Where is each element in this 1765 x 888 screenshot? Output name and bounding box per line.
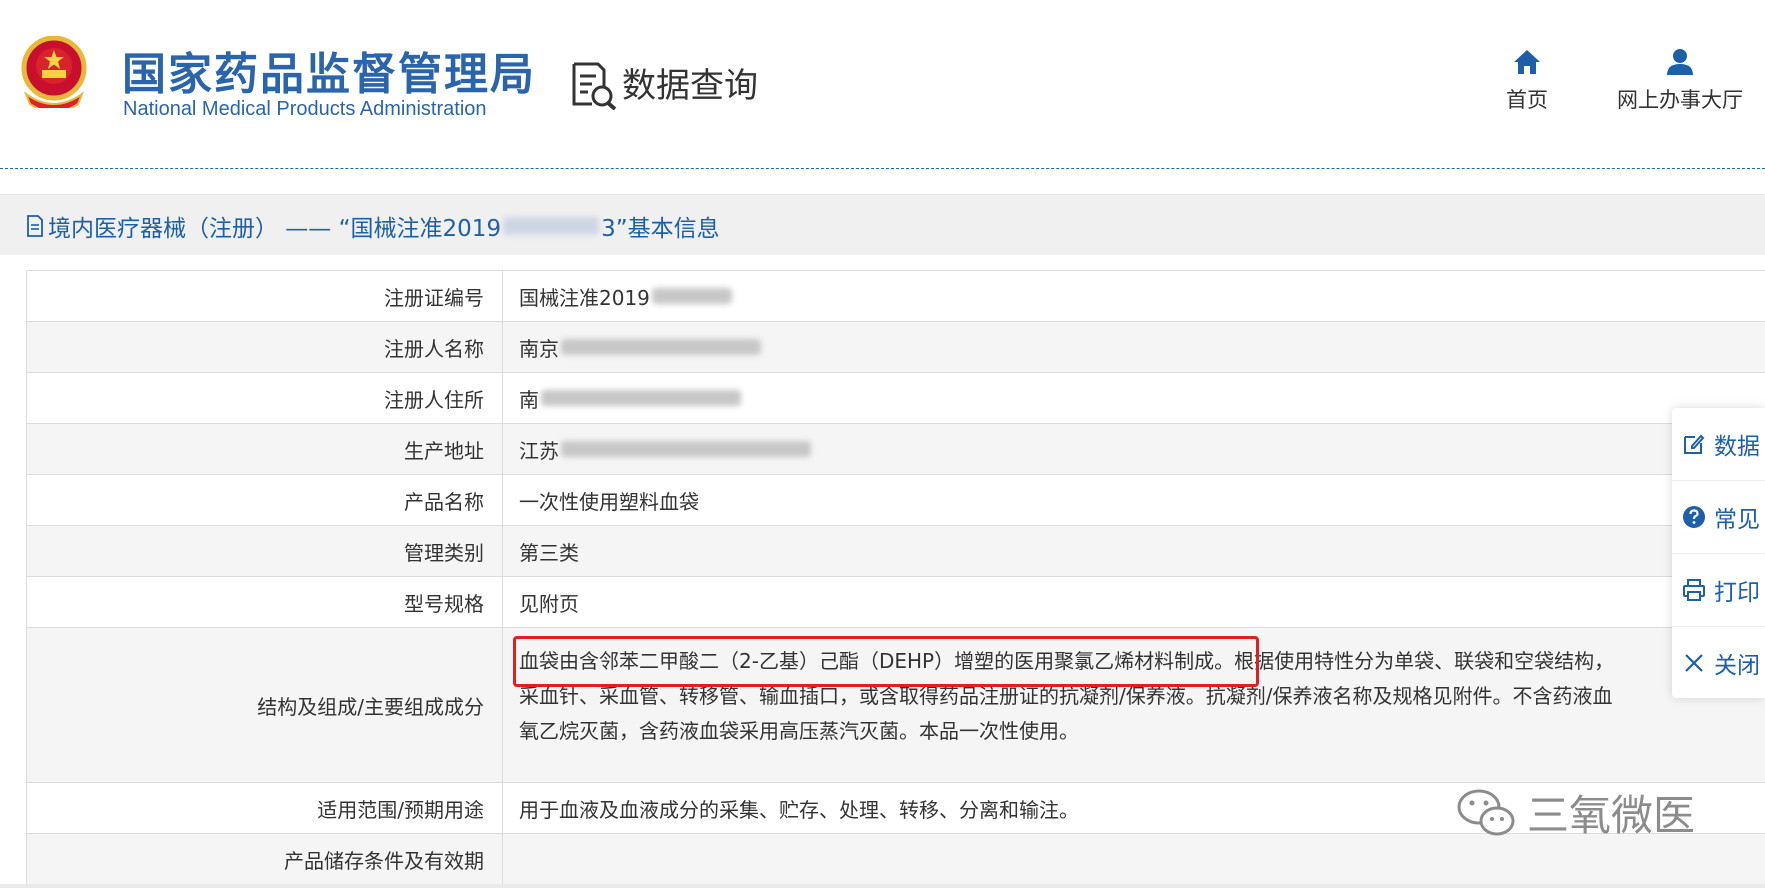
row-label: 产品储存条件及有效期: [26, 834, 503, 884]
section-title-prefix: 境内医疗器械（注册） —— “国械注准2019: [48, 216, 502, 242]
row-label: 型号规格: [26, 577, 503, 627]
composition-text: 血袋由含邻苯二甲酸二（2-乙基）己酯（DEHP）增塑的医用聚氯乙烯材料制成。根据…: [513, 636, 1759, 749]
row-label: 产品名称: [26, 475, 503, 525]
row-label: 管理类别: [26, 526, 503, 576]
toolbar-print-label: 打印: [1714, 580, 1760, 606]
redacted-mark: [503, 217, 600, 235]
data-query-icon: [572, 62, 617, 110]
data-query-label: 数据查询: [622, 66, 758, 106]
row-value-text: 江苏: [519, 438, 559, 463]
redacted-mark: [651, 288, 732, 304]
national-emblem-icon: [21, 36, 87, 108]
row-label: 生产地址: [26, 424, 503, 474]
table-row: 注册人名称 南京: [26, 321, 1765, 372]
toolbar-close-label: 关闭: [1714, 653, 1760, 679]
row-value: 南: [503, 373, 1765, 423]
floating-toolbar: 数据 常见 打印 关闭: [1672, 408, 1765, 698]
table-row: 型号规格 见附页: [26, 576, 1765, 627]
edit-icon: [1684, 434, 1705, 454]
row-value-text: 国械注准2019: [519, 285, 650, 310]
table-row: 注册证编号 国械注准2019: [26, 270, 1765, 321]
user-icon: [1667, 49, 1693, 75]
brand-name-en: National Medical Products Administration: [123, 98, 487, 120]
nav-home-label: 首页: [1506, 88, 1548, 112]
brand-name-cn: 国家药品监督管理局: [122, 49, 536, 100]
row-value: 国械注准2019: [503, 271, 1765, 321]
row-label: 注册人住所: [26, 373, 503, 423]
header-divider: [0, 168, 1765, 169]
watermark-text: 三氧微医: [1527, 791, 1696, 840]
toolbar-data-label: 数据: [1714, 434, 1760, 460]
section-title-suffix: 3”基本信息: [601, 216, 720, 242]
redacted-mark: [541, 390, 741, 406]
nav-home[interactable]: 首页: [1502, 48, 1552, 114]
document-icon: [27, 215, 43, 237]
row-value: 南京: [503, 322, 1765, 372]
row-label: 适用范围/预期用途: [26, 783, 503, 833]
redacted-mark: [561, 441, 811, 457]
row-label: 结构及组成/主要组成成分: [26, 628, 503, 782]
toolbar-close-button[interactable]: 关闭: [1672, 627, 1765, 699]
home-icon: [1514, 50, 1540, 74]
table-row: 生产地址 江苏: [26, 423, 1765, 474]
row-value: 江苏: [503, 424, 1765, 474]
nav-online-hall[interactable]: 网上办事大厅: [1615, 48, 1745, 114]
toolbar-faq-label: 常见: [1714, 507, 1760, 533]
table-row: 结构及组成/主要组成成分 血袋由含邻苯二甲酸二（2-乙基）己酯（DEHP）增塑的…: [26, 627, 1765, 782]
section-title: 境内医疗器械（注册） —— “国械注准2019 3”基本信息: [26, 209, 720, 243]
question-icon: [1683, 506, 1705, 528]
table-row: 管理类别 第三类: [26, 525, 1765, 576]
composition-line-3: 氧乙烷灭菌，含药液血袋采用高压蒸汽灭菌。本品一次性使用。: [519, 719, 1079, 743]
redacted-mark: [561, 339, 761, 355]
table-row: 注册人住所 南: [26, 372, 1765, 423]
print-icon: [1683, 579, 1705, 601]
site-header: 国家药品监督管理局 National Medical Products Admi…: [0, 0, 1765, 150]
row-value-text: 南: [519, 387, 539, 412]
toolbar-faq-button[interactable]: 常见: [1672, 481, 1765, 554]
section-title-bar: 境内医疗器械（注册） —— “国械注准2019 3”基本信息: [0, 194, 1765, 255]
toolbar-print-button[interactable]: 打印: [1672, 554, 1765, 627]
nav-online-hall-label: 网上办事大厅: [1617, 88, 1743, 112]
row-value: 第三类: [519, 540, 579, 565]
row-value: 见附页: [519, 591, 579, 616]
row-label: 注册人名称: [26, 322, 503, 372]
row-value: 血袋由含邻苯二甲酸二（2-乙基）己酯（DEHP）增塑的医用聚氯乙烯材料制成。根据…: [503, 628, 1765, 782]
highlight-annotation: [513, 636, 1259, 687]
composition-line-1-rest: 根据使用特性分为单袋、联袋和空袋结构，: [1234, 649, 1615, 673]
row-label: 注册证编号: [26, 271, 503, 321]
table-row: 产品名称 一次性使用塑料血袋: [26, 474, 1765, 525]
wechat-icon: [1457, 789, 1515, 835]
row-value: 一次性使用塑料血袋: [519, 489, 699, 514]
watermark: 三氧微医: [1455, 782, 1695, 843]
row-value-text: 南京: [519, 336, 559, 361]
close-icon: [1685, 654, 1703, 672]
bottom-divider: [0, 884, 1765, 888]
toolbar-data-button[interactable]: 数据: [1672, 408, 1765, 481]
